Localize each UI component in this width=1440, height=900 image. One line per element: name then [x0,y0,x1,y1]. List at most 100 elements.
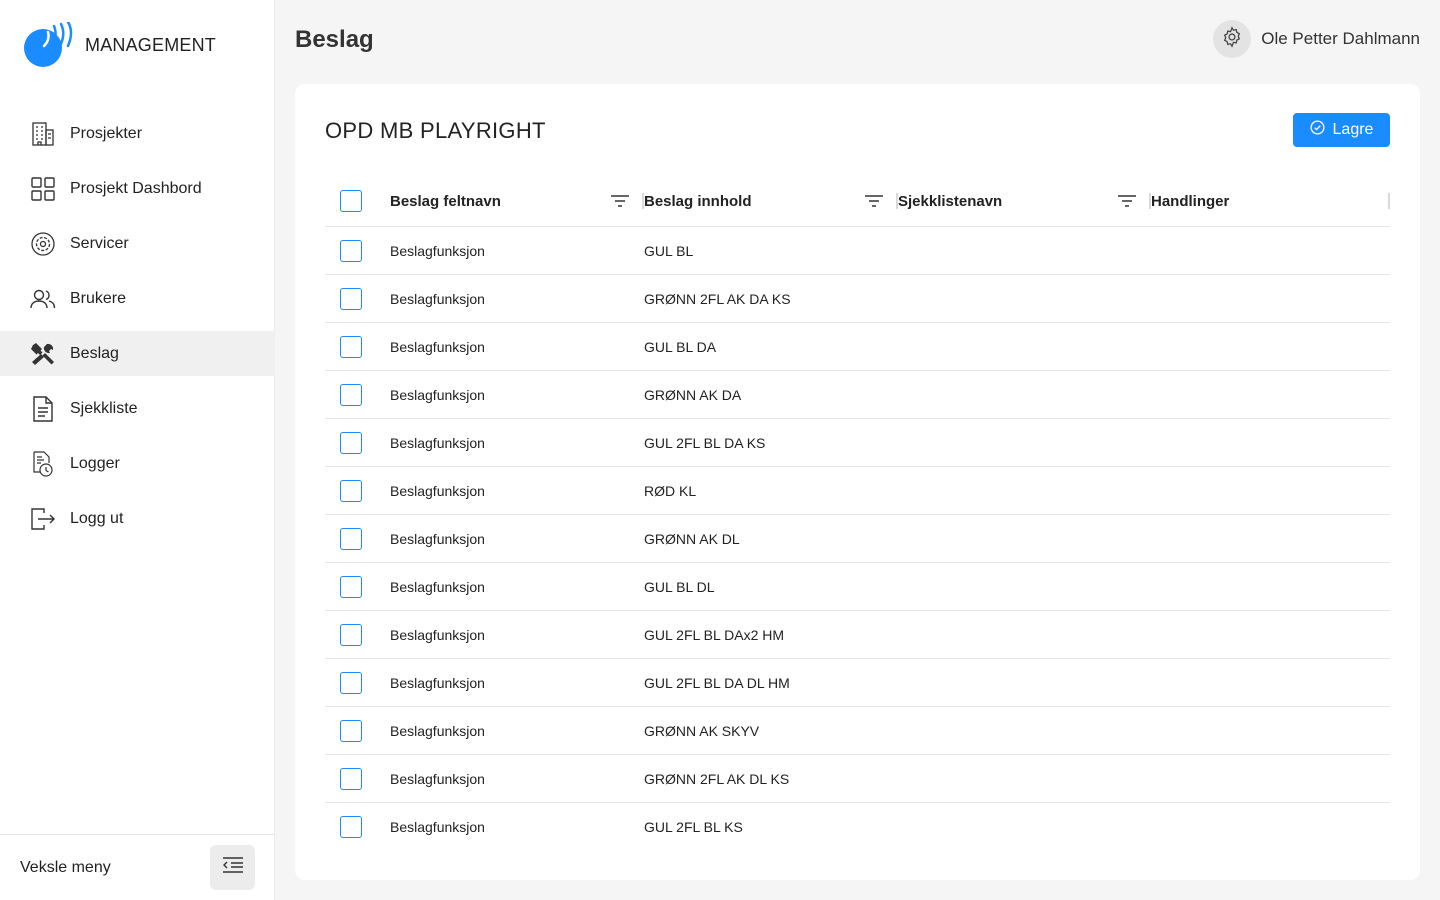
cell-handlinger [1151,803,1390,851]
table-row[interactable]: Beslagfunksjon GUL BL [325,227,1390,275]
cell-handlinger [1151,707,1390,754]
service-gear-icon [30,231,56,257]
table-row[interactable]: Beslagfunksjon GRØNN 2FL AK DA KS [325,275,1390,323]
row-checkbox[interactable] [340,479,362,502]
sidebar-item-prosjekt-dashbord[interactable]: Prosjekt Dashbord [0,166,275,211]
table-row[interactable]: Beslagfunksjon GUL BL DL [325,563,1390,611]
main-card: OPD MB PLAYRIGHT Lagre Beslag feltnavn B… [295,84,1420,880]
save-button[interactable]: Lagre [1293,113,1390,147]
cell-beslag-feltnavn: Beslagfunksjon [390,386,485,403]
cell-beslag-feltnavn: Beslagfunksjon [390,242,485,259]
sidebar-item-label: Prosjekt Dashbord [70,179,202,197]
cell-handlinger [1151,659,1390,706]
app-name: MANAGEMENT [85,34,217,55]
sidebar-nav: Prosjekter Prosjekt Dashbord Servicer Br… [0,111,275,551]
cell-handlinger [1151,611,1390,658]
cell-sjekklistenavn [898,515,1151,562]
sidebar-item-servicer[interactable]: Servicer [0,221,275,266]
row-checkbox[interactable] [340,239,362,262]
cell-beslag-feltnavn: Beslagfunksjon [390,578,485,595]
cell-beslag-feltnavn: Beslagfunksjon [390,482,485,499]
sidebar-item-label: Brukere [70,289,127,307]
cell-beslag-innhold: GUL 2FL BL DA KS [644,434,766,451]
cell-beslag-innhold: GUL BL [644,242,694,259]
column-header-beslag-innhold: Beslag innhold [644,176,898,226]
cell-handlinger [1151,419,1390,466]
cell-handlinger [1151,227,1390,274]
table-row[interactable]: Beslagfunksjon GRØNN AK SKYV [325,707,1390,755]
cell-handlinger [1151,275,1390,322]
user-menu[interactable]: Ole Petter Dahlmann [1213,20,1420,58]
row-checkbox[interactable] [340,816,362,838]
sidebar-item-prosjekter[interactable]: Prosjekter [0,111,275,156]
sidebar: MANAGEMENT Prosjekter Prosjekt Dashbord [0,0,275,900]
table-row[interactable]: Beslagfunksjon GUL 2FL BL DA DL HM [325,659,1390,707]
page-title: Beslag [295,26,374,53]
cell-sjekklistenavn [898,371,1151,418]
document-icon [30,395,56,422]
cell-sjekklistenavn [898,323,1151,370]
sidebar-item-brukere[interactable]: Brukere [0,276,275,321]
sidebar-footer: Veksle meny [0,834,275,900]
row-checkbox[interactable] [340,431,362,454]
cell-sjekklistenavn [898,803,1151,851]
cell-handlinger [1151,755,1390,802]
cell-beslag-feltnavn: Beslagfunksjon [390,674,485,691]
sidebar-item-logg-ut[interactable]: Logg ut [0,496,275,541]
settings-button[interactable] [1213,20,1252,58]
cell-beslag-innhold: GRØNN 2FL AK DA KS [644,290,791,307]
row-checkbox[interactable] [340,575,362,598]
row-checkbox[interactable] [340,671,362,694]
table-row[interactable]: Beslagfunksjon GUL 2FL BL KS [325,803,1390,851]
sidebar-item-sjekkliste[interactable]: Sjekkliste [0,386,275,431]
cell-handlinger [1151,323,1390,370]
cell-sjekklistenavn [898,419,1151,466]
table-row[interactable]: Beslagfunksjon GRØNN AK DL [325,515,1390,563]
data-table: Beslag feltnavn Beslag innhold Sjekklist… [325,176,1390,851]
cell-handlinger [1151,563,1390,610]
row-checkbox[interactable] [340,767,362,790]
table-row[interactable]: Beslagfunksjon GRØNN AK DA [325,371,1390,419]
table-row[interactable]: Beslagfunksjon RØD KL [325,467,1390,515]
filter-icon[interactable] [864,194,884,208]
column-header-label: Beslag feltnavn [390,192,501,210]
select-all-checkbox[interactable] [340,190,362,212]
table-row[interactable]: Beslagfunksjon GUL BL DA [325,323,1390,371]
sidebar-item-label: Sjekkliste [70,399,138,417]
filter-icon[interactable] [610,194,630,208]
table-row[interactable]: Beslagfunksjon GRØNN 2FL AK DL KS [325,755,1390,803]
filter-icon[interactable] [1117,194,1137,208]
cell-sjekklistenavn [898,275,1151,322]
sidebar-item-label: Logger [70,454,120,472]
cell-beslag-innhold: GRØNN AK DA [644,386,742,403]
cell-handlinger [1151,371,1390,418]
row-checkbox[interactable] [340,383,362,406]
sidebar-item-label: Servicer [70,234,129,252]
row-checkbox[interactable] [340,335,362,358]
row-checkbox[interactable] [340,719,362,742]
logo: MANAGEMENT [24,20,217,68]
sidebar-item-beslag[interactable]: Beslag [0,331,275,376]
cell-sjekklistenavn [898,659,1151,706]
toggle-menu-button[interactable] [210,845,255,890]
column-header-label: Beslag innhold [644,192,752,210]
sidebar-item-logger[interactable]: Logger [0,441,275,486]
column-header-beslag-feltnavn: Beslag feltnavn [390,176,644,226]
row-checkbox[interactable] [340,287,362,310]
column-header-label: Handlinger [1151,192,1230,210]
table-body: Beslagfunksjon GUL BL Beslagfunksjon GRØNN … [325,227,1390,851]
row-checkbox[interactable] [340,623,362,646]
card-title: OPD MB PLAYRIGHT [325,118,546,143]
cell-beslag-innhold: GUL BL DL [644,578,715,595]
table-row[interactable]: Beslagfunksjon GUL 2FL BL DA KS [325,419,1390,467]
cell-beslag-innhold: GUL BL DA [644,338,717,355]
column-divider[interactable] [1388,193,1390,209]
cell-beslag-feltnavn: Beslagfunksjon [390,770,485,787]
table-header: Beslag feltnavn Beslag innhold Sjekklist… [325,176,1390,227]
cell-beslag-feltnavn: Beslagfunksjon [390,338,485,355]
cell-beslag-innhold: GUL 2FL BL DAx2 HM [644,626,785,643]
cell-beslag-innhold: GRØNN AK DL [644,530,740,547]
table-row[interactable]: Beslagfunksjon GUL 2FL BL DAx2 HM [325,611,1390,659]
row-checkbox[interactable] [340,527,362,550]
cell-sjekklistenavn [898,227,1151,274]
